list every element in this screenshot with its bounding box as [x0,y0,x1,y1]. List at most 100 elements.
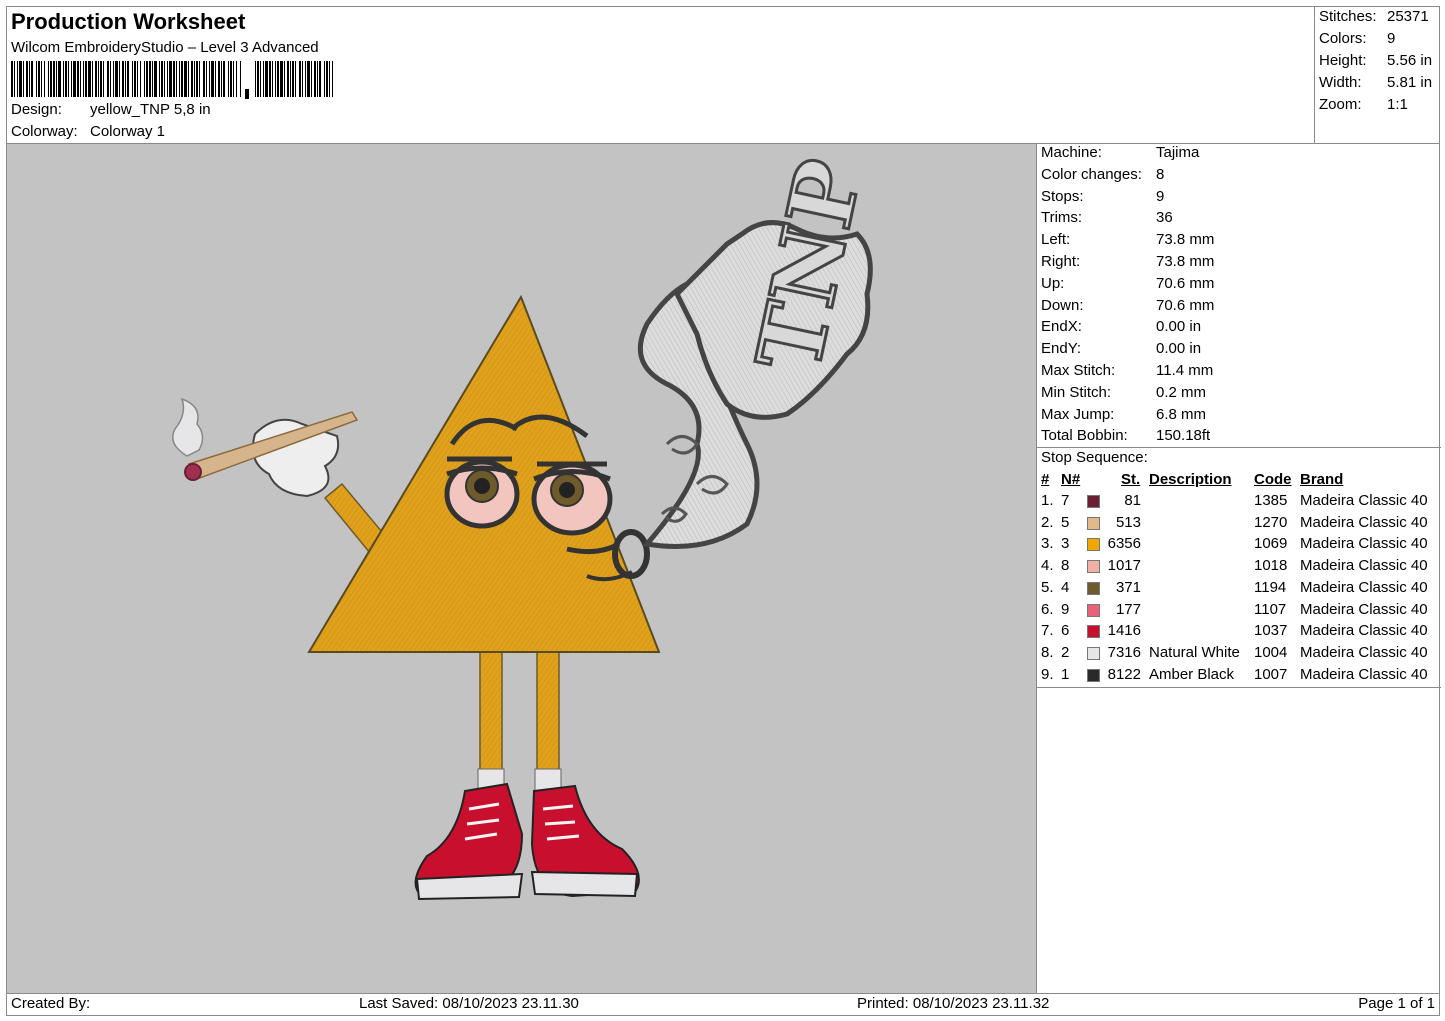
cell-description: Amber Black [1149,665,1235,683]
barcode-image [11,61,333,99]
machine-info-value: 36 [1156,209,1173,227]
cell-brand: Madeira Classic 40 [1300,600,1428,618]
cell-brand: Madeira Classic 40 [1300,557,1428,575]
summary-value: 1:1 [1387,96,1408,113]
machine-info-value: 73.8 mm [1156,253,1215,270]
color-swatch [1087,625,1100,639]
table-bottom-divider [1037,687,1441,688]
cell-needle: 4 [1061,578,1070,596]
created-by: Created By: [11,995,91,1012]
cell-brand: Madeira Classic 40 [1300,578,1428,596]
col-header-brand: Brand [1300,471,1344,488]
design-preview: TNP [6,143,1037,994]
cell-needle: 7 [1061,492,1070,509]
table-row: 6. 9 177 1107 Madeira Classic 40 [1037,601,1441,623]
machine-info-value: 0.00 in [1156,340,1202,358]
cell-needle: 9 [1061,600,1070,618]
table-row: 7. 6 1416 1037 Madeira Classic 40 [1037,622,1441,644]
cell-num: 4. [1041,557,1054,575]
cell-stitches: 1416 [1107,622,1141,640]
cell-num: 2. [1041,513,1054,531]
stop-sequence-title: Stop Sequence: [1041,449,1148,466]
summary-value: 9 [1387,30,1396,47]
cell-code: 1069 [1254,535,1288,553]
color-swatch [1087,538,1100,552]
machine-info-panel: Machine: Tajima Color changes: 8 Stops: 9 Trim… [1036,143,1441,994]
machine-info-label: Trims: [1041,209,1083,227]
cell-num: 8. [1041,643,1054,661]
cell-needle: 6 [1061,622,1070,640]
cell-description: Natural White [1149,643,1240,661]
machine-info-label: Stops: [1041,187,1084,205]
cell-num: 9. [1041,665,1054,683]
machine-info-value: Tajima [1156,144,1200,161]
cell-needle: 8 [1061,557,1070,575]
cell-code: 1270 [1254,513,1288,531]
cell-brand: Madeira Classic 40 [1300,665,1428,683]
table-row: 2. 5 513 1270 Madeira Classic 40 [1037,514,1441,536]
cell-num: 3. [1041,535,1054,553]
machine-info-label: EndY: [1041,340,1082,358]
cell-needle: 1 [1061,665,1070,683]
machine-info-label: Max Stitch: [1041,362,1116,379]
cell-brand: Madeira Classic 40 [1300,643,1428,661]
machine-info-value: 70.6 mm [1156,274,1215,292]
color-swatch [1087,581,1100,595]
cell-num: 6. [1041,600,1054,618]
machine-info-label: Up: [1041,274,1065,292]
cell-code: 1385 [1254,492,1288,509]
cell-stitches: 513 [1115,513,1141,531]
design-summary: Stitches: 25371 Colors: 9 Height: 5.56 in Widt… [1314,6,1440,144]
color-swatch [1087,603,1100,617]
machine-info-label: Min Stitch: [1041,383,1112,401]
machine-info-value: 0.00 in [1156,318,1202,336]
cell-stitches: 177 [1115,600,1141,618]
cell-stitches: 8122 [1107,665,1141,683]
tnp-logo-text: TNP [736,151,882,380]
cell-stitches: 1017 [1107,557,1141,575]
color-swatch [1087,495,1100,508]
machine-info-value: 70.6 mm [1156,296,1215,314]
summary-value: 25371 [1387,8,1429,25]
machine-info-label: Down: [1041,296,1084,314]
page-title: Production Worksheet [11,9,246,34]
color-swatch [1087,646,1100,660]
summary-label: Stitches: [1319,8,1377,25]
cell-brand: Madeira Classic 40 [1300,622,1428,640]
col-header-code: Code [1254,471,1292,488]
machine-info-label: Right: [1041,253,1081,270]
summary-value: 5.56 in [1387,52,1433,69]
color-swatch [1087,516,1100,530]
page-number: Page 1 of 1 [1358,995,1435,1012]
cell-brand: Madeira Classic 40 [1300,492,1428,509]
worksheet-header: Production Worksheet Wilcom EmbroiderySt… [6,6,1315,144]
col-header-needle: N# [1061,471,1081,488]
table-row: 9. 1 8122 Amber Black 1007 Madeira Classic 40 [1037,666,1441,688]
cell-brand: Madeira Classic 40 [1300,535,1428,553]
cell-stitches: 7316 [1107,643,1141,661]
cell-num: 7. [1041,622,1054,640]
design-label: Design: [11,101,62,118]
last-saved: Last Saved: 08/10/2023 23.11.30 [359,995,579,1012]
colorway-value: Colorway 1 [90,123,166,140]
cell-code: 1194 [1254,578,1287,596]
machine-info-value: 9 [1156,187,1165,205]
machine-info-label: Left: [1041,231,1071,249]
printed-date: Printed: 08/10/2023 23.11.32 [857,995,1050,1012]
machine-info-label: Color changes: [1041,165,1142,183]
machine-info-label: EndX: [1041,318,1082,336]
color-swatch [1087,560,1100,574]
table-row: 1. 7 81 1385 Madeira Classic 40 [1037,492,1441,514]
machine-info-value: 11.4 mm [1156,362,1214,379]
cell-brand: Madeira Classic 40 [1300,513,1428,531]
summary-label: Zoom: [1319,96,1362,113]
table-row: 4. 8 1017 1018 Madeira Classic 40 [1037,557,1441,579]
cell-code: 1107 [1254,600,1287,618]
color-swatch [1087,668,1100,682]
cell-code: 1037 [1254,622,1288,640]
cell-needle: 3 [1061,535,1070,553]
summary-label: Width: [1319,74,1362,91]
cell-needle: 5 [1061,513,1070,531]
summary-value: 5.81 in [1387,74,1433,91]
table-row: 5. 4 371 1194 Madeira Classic 40 [1037,579,1441,601]
